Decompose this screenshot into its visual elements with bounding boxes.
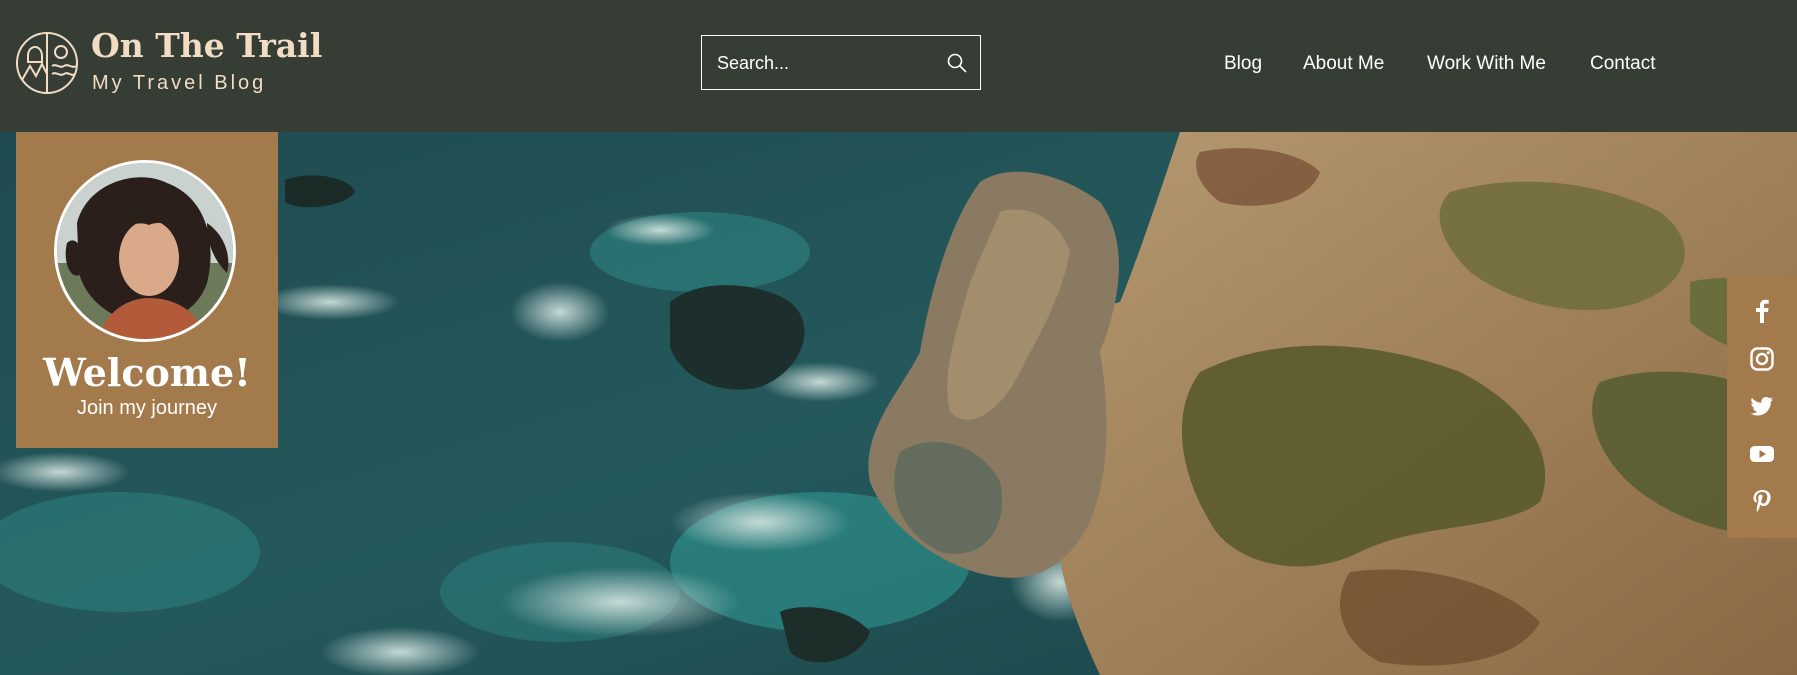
site-title[interactable]: On The Trail: [91, 26, 322, 65]
trail-logo-icon[interactable]: [14, 30, 80, 96]
instagram-icon[interactable]: [1749, 346, 1775, 372]
site-header: On The Trail My Travel Blog Search... Bl…: [0, 0, 1797, 132]
search-input[interactable]: Search...: [717, 53, 789, 74]
search-box[interactable]: Search...: [701, 35, 981, 90]
youtube-icon[interactable]: [1749, 441, 1775, 467]
pinterest-icon[interactable]: [1749, 488, 1775, 514]
twitter-icon[interactable]: [1749, 393, 1775, 419]
search-icon[interactable]: [946, 52, 968, 74]
social-bar: [1727, 276, 1797, 538]
facebook-icon[interactable]: [1749, 298, 1775, 324]
avatar: [54, 160, 236, 342]
nav-work-with-me[interactable]: Work With Me: [1427, 53, 1546, 75]
site-subtitle: My Travel Blog: [92, 72, 267, 94]
welcome-subtitle: Join my journey: [76, 397, 218, 419]
welcome-card: Welcome! Join my journey: [16, 132, 278, 448]
nav-contact[interactable]: Contact: [1590, 53, 1655, 75]
nav-blog[interactable]: Blog: [1224, 53, 1262, 75]
nav-about-me[interactable]: About Me: [1303, 53, 1384, 75]
welcome-heading: Welcome!: [43, 350, 251, 395]
